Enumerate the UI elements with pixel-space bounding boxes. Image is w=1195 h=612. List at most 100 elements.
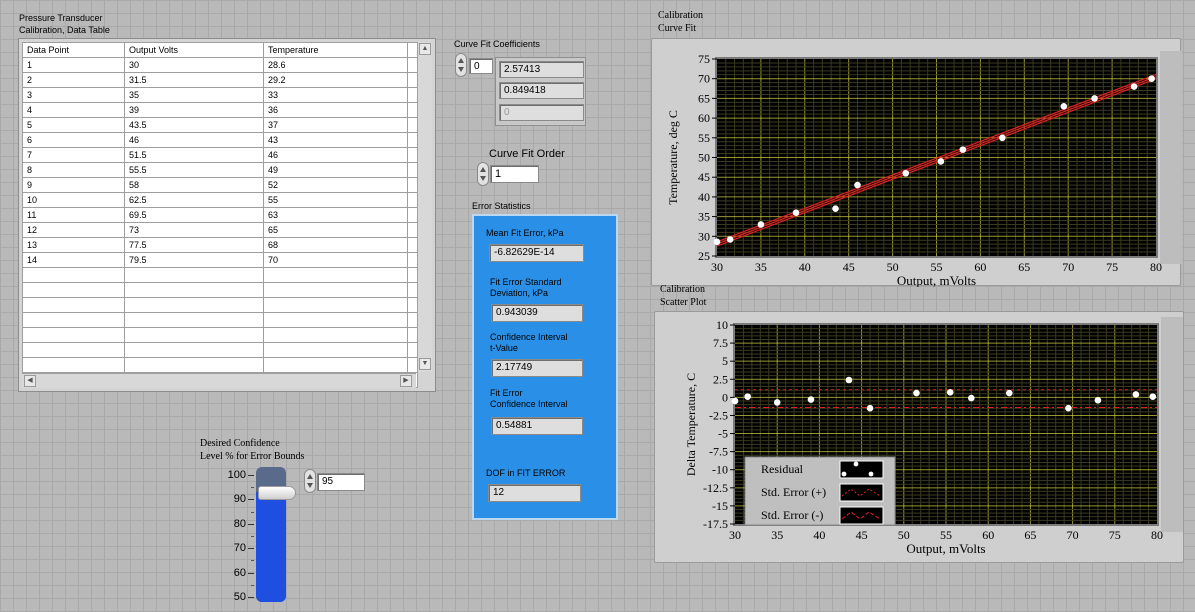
table-cell[interactable]: 29.2 bbox=[263, 72, 408, 88]
table-cell[interactable] bbox=[407, 132, 418, 148]
data-table-control[interactable]: Data Point Output Volts Temperature 1 30 28.… bbox=[18, 38, 436, 392]
table-row[interactable]: 7 51.5 46 bbox=[22, 147, 418, 163]
table-cell[interactable] bbox=[407, 72, 418, 88]
table-cell[interactable] bbox=[124, 267, 264, 283]
table-cell[interactable] bbox=[407, 207, 418, 223]
table-cell[interactable]: 58 bbox=[124, 177, 264, 193]
table-cell[interactable] bbox=[124, 297, 264, 313]
table-cell[interactable] bbox=[407, 357, 418, 373]
table-cell[interactable]: 63 bbox=[263, 207, 408, 223]
table-cell[interactable] bbox=[407, 282, 418, 298]
table-cell[interactable]: 36 bbox=[263, 102, 408, 118]
table-cell[interactable]: 6 bbox=[22, 132, 125, 148]
table-row-empty[interactable] bbox=[22, 282, 418, 298]
table-row[interactable]: 13 77.5 68 bbox=[22, 237, 418, 253]
confidence-value-field[interactable]: 95 bbox=[317, 473, 365, 491]
table-cell[interactable] bbox=[22, 357, 125, 373]
table-row[interactable]: 2 31.5 29.2 bbox=[22, 72, 418, 88]
table-cell[interactable]: 79.5 bbox=[124, 252, 264, 268]
table-cell[interactable] bbox=[407, 87, 418, 103]
table-cell[interactable]: 8 bbox=[22, 162, 125, 178]
table-cell[interactable] bbox=[407, 327, 418, 343]
table-cell[interactable]: 69.5 bbox=[124, 207, 264, 223]
fit-order-field[interactable]: 1 bbox=[490, 165, 539, 183]
table-cell[interactable] bbox=[263, 312, 408, 328]
table-cell[interactable] bbox=[407, 267, 418, 283]
table-row[interactable]: 4 39 36 bbox=[22, 102, 418, 118]
table-cell[interactable] bbox=[263, 342, 408, 358]
scroll-up-icon[interactable]: ▲ bbox=[419, 43, 431, 55]
table-cell[interactable]: 3 bbox=[22, 87, 125, 103]
table-cell[interactable] bbox=[407, 312, 418, 328]
table-cell[interactable]: 5 bbox=[22, 117, 125, 133]
table-row[interactable]: 10 62.5 55 bbox=[22, 192, 418, 208]
table-row-empty[interactable] bbox=[22, 342, 418, 358]
table-cell[interactable] bbox=[407, 192, 418, 208]
scroll-right-icon[interactable]: ▶ bbox=[400, 375, 412, 387]
table-row-empty[interactable] bbox=[22, 267, 418, 283]
table-row-empty[interactable] bbox=[22, 297, 418, 313]
table-cell[interactable]: 2 bbox=[22, 72, 125, 88]
confidence-slider-track[interactable] bbox=[256, 467, 296, 602]
table-cell[interactable]: 7 bbox=[22, 147, 125, 163]
table-row[interactable]: 11 69.5 63 bbox=[22, 207, 418, 223]
table-cell[interactable]: 73 bbox=[124, 222, 264, 238]
table-cell[interactable]: 55 bbox=[263, 192, 408, 208]
table-cell[interactable] bbox=[22, 282, 125, 298]
table-row-empty[interactable] bbox=[22, 327, 418, 343]
table-cell[interactable] bbox=[263, 282, 408, 298]
table-row-empty[interactable] bbox=[22, 312, 418, 328]
table-cell[interactable]: 37 bbox=[263, 117, 408, 133]
table-cell[interactable]: 43.5 bbox=[124, 117, 264, 133]
fit-order-stepper-icon[interactable] bbox=[477, 162, 489, 186]
table-cell[interactable] bbox=[22, 342, 125, 358]
table-cell[interactable] bbox=[124, 282, 264, 298]
table-vertical-scrollbar[interactable]: ▲ ▼ bbox=[417, 42, 432, 372]
coeff-index-stepper-icon[interactable] bbox=[455, 53, 467, 77]
table-row[interactable]: 9 58 52 bbox=[22, 177, 418, 193]
table-cell[interactable]: 39 bbox=[124, 102, 264, 118]
table-cell[interactable] bbox=[263, 357, 408, 373]
table-cell[interactable] bbox=[263, 267, 408, 283]
table-row[interactable]: 3 35 33 bbox=[22, 87, 418, 103]
table-cell[interactable] bbox=[22, 327, 125, 343]
table-cell[interactable] bbox=[407, 342, 418, 358]
table-cell[interactable] bbox=[407, 147, 418, 163]
table-cell[interactable]: 11 bbox=[22, 207, 125, 223]
table-cell[interactable] bbox=[263, 297, 408, 313]
table-cell[interactable] bbox=[22, 267, 125, 283]
table-cell[interactable]: 31.5 bbox=[124, 72, 264, 88]
table-cell[interactable]: 28.6 bbox=[263, 57, 408, 73]
table-cell[interactable] bbox=[22, 312, 125, 328]
table-cell[interactable]: 43 bbox=[263, 132, 408, 148]
curve-fit-chart[interactable]: 30 35 40 45 50 55 60 65 70 75 80 75 70 65 60 55 50 45 40 35… bbox=[652, 39, 1182, 288]
table-row[interactable]: 14 79.5 70 bbox=[22, 252, 418, 268]
table-cell[interactable] bbox=[124, 342, 264, 358]
table-cell[interactable] bbox=[124, 327, 264, 343]
table-cell[interactable] bbox=[407, 117, 418, 133]
table-row[interactable]: 12 73 65 bbox=[22, 222, 418, 238]
table-cell[interactable] bbox=[407, 222, 418, 238]
table-row-empty[interactable] bbox=[22, 357, 418, 373]
table-cell[interactable]: 35 bbox=[124, 87, 264, 103]
scroll-down-icon[interactable]: ▼ bbox=[419, 358, 431, 370]
table-cell[interactable] bbox=[407, 57, 418, 73]
table-cell[interactable] bbox=[407, 102, 418, 118]
scroll-left-icon[interactable]: ◀ bbox=[24, 375, 36, 387]
table-cell[interactable]: 13 bbox=[22, 237, 125, 253]
table-cell[interactable]: 14 bbox=[22, 252, 125, 268]
table-row[interactable]: 1 30 28.6 bbox=[22, 57, 418, 73]
column-header[interactable]: Output Volts bbox=[124, 42, 264, 58]
calibration-data-table[interactable]: Data Point Output Volts Temperature 1 30 28.… bbox=[22, 42, 418, 388]
table-cell[interactable]: 49 bbox=[263, 162, 408, 178]
table-cell[interactable] bbox=[22, 297, 125, 313]
table-cell[interactable]: 62.5 bbox=[124, 192, 264, 208]
confidence-stepper-icon[interactable] bbox=[304, 469, 316, 493]
table-cell[interactable] bbox=[263, 327, 408, 343]
table-cell[interactable]: 65 bbox=[263, 222, 408, 238]
table-cell[interactable]: 4 bbox=[22, 102, 125, 118]
coeff-index-field[interactable]: 0 bbox=[469, 58, 493, 74]
table-row[interactable]: 6 46 43 bbox=[22, 132, 418, 148]
table-cell[interactable] bbox=[407, 297, 418, 313]
table-cell[interactable] bbox=[124, 357, 264, 373]
